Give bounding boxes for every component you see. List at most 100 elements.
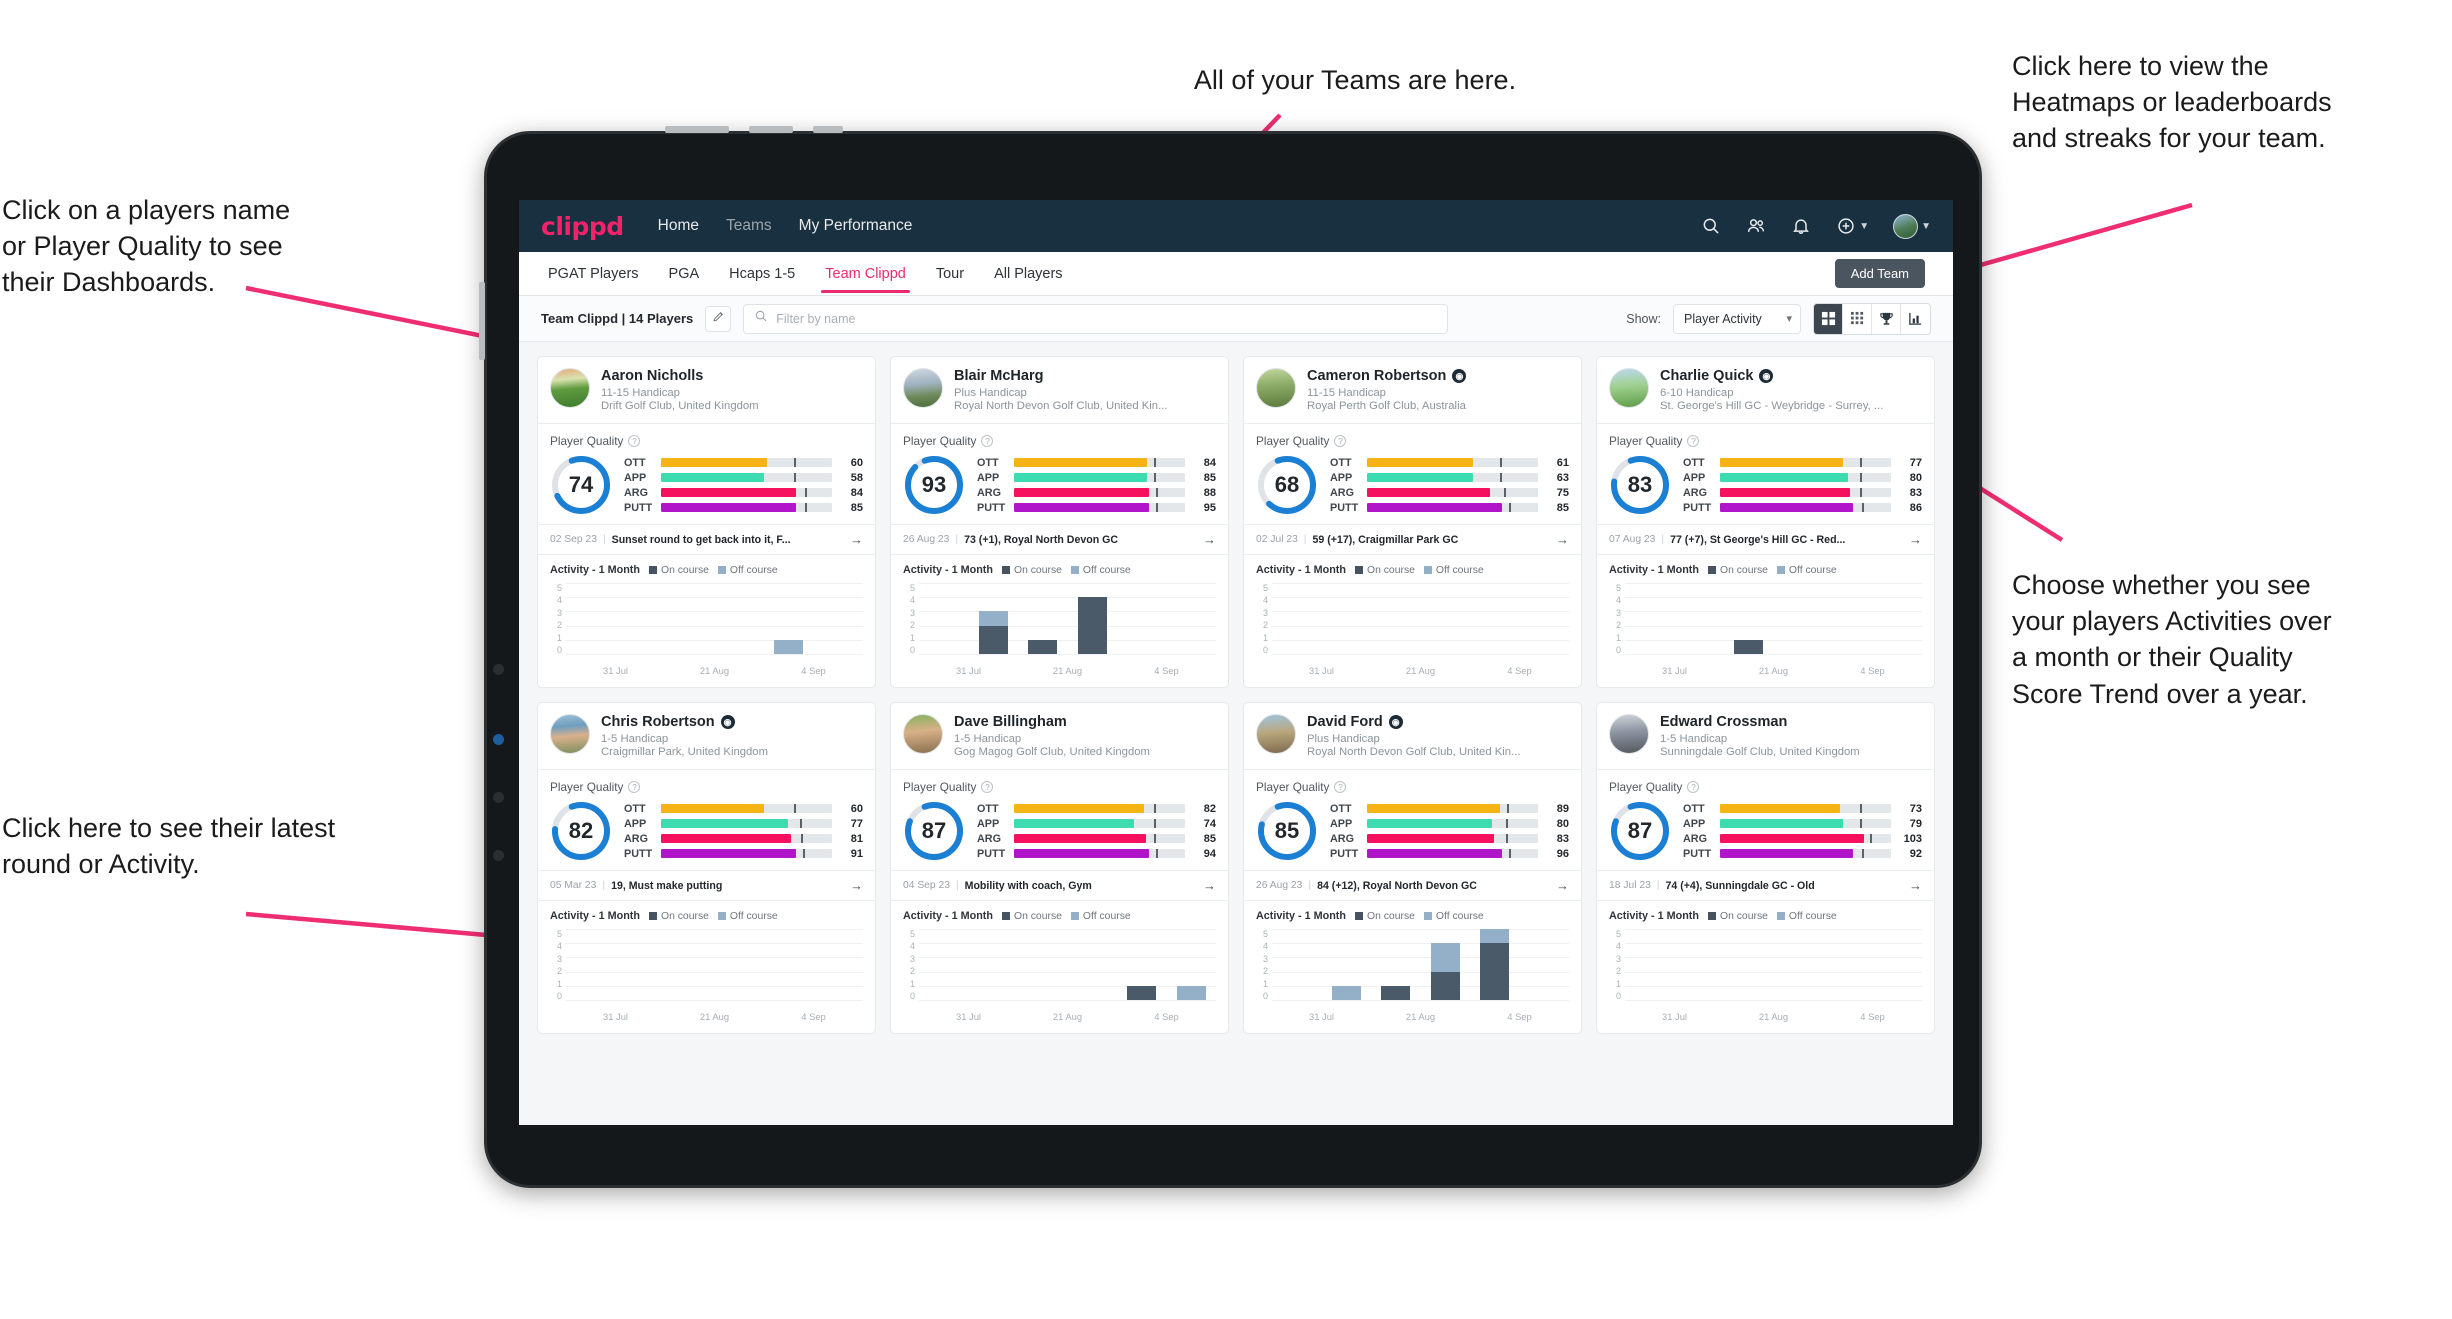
add-team-button[interactable]: Add Team (1834, 259, 1925, 288)
player-card[interactable]: Blair McHarg Plus Handicap Royal North D… (890, 356, 1229, 688)
show-select[interactable]: Player Activity ▾ (1673, 303, 1801, 334)
y-tick-label: 2 (1615, 966, 1621, 977)
player-quality-section[interactable]: Player Quality ? 68 OTT 61 APP 63 ARG 75… (1244, 424, 1581, 524)
player-card[interactable]: Chris Robertson ◉ 1-5 Handicap Craigmill… (537, 702, 876, 1034)
player-name[interactable]: Charlie Quick ◉ (1660, 368, 1922, 384)
player-card-header[interactable]: Cameron Robertson ◉ 11-15 Handicap Royal… (1244, 357, 1581, 423)
tab-pga[interactable]: PGA (668, 254, 701, 293)
edit-team-button[interactable] (705, 305, 732, 332)
quality-metrics: OTT 82 APP 74 ARG 85 PUTT 94 (977, 803, 1216, 860)
arrow-right-icon[interactable]: → (850, 878, 863, 893)
plus-circle-menu[interactable]: ▼ (1835, 216, 1869, 237)
chart-slot (665, 583, 715, 654)
player-card-header[interactable]: Dave Billingham 1-5 Handicap Gog Magog G… (891, 703, 1228, 769)
bar-segment-off-course (1176, 985, 1206, 1000)
player-quality-section[interactable]: Player Quality ? 74 OTT 60 APP 58 ARG 84… (538, 424, 875, 524)
tab-hcaps-1-5[interactable]: Hcaps 1-5 (728, 254, 796, 293)
player-card[interactable]: David Ford ◉ Plus Handicap Royal North D… (1243, 702, 1582, 1034)
help-icon[interactable]: ? (1334, 435, 1347, 447)
player-quality-section[interactable]: Player Quality ? 87 OTT (891, 770, 1228, 870)
arrow-right-icon[interactable]: → (1909, 532, 1922, 547)
player-card-header[interactable]: Blair McHarg Plus Handicap Royal North D… (891, 357, 1228, 423)
arrow-right-icon[interactable]: → (1556, 532, 1569, 547)
player-card[interactable]: Dave Billingham 1-5 Handicap Gog Magog G… (890, 702, 1229, 1034)
chart-icon[interactable] (1901, 303, 1930, 334)
nav-link-home[interactable]: Home (658, 217, 699, 235)
chart-slot (1520, 929, 1570, 1000)
player-quality-section[interactable]: Player Quality ? 87 OTT (1597, 770, 1934, 870)
activity-section: Activity - 1 Month On course Off course … (1597, 901, 1934, 1033)
help-icon[interactable]: ? (1687, 781, 1700, 793)
y-tick-label: 3 (556, 953, 562, 964)
player-quality-section[interactable]: Player Quality ? 85 OTT 89 APP 80 ARG 83… (1244, 770, 1581, 870)
chart-slot (1272, 583, 1322, 654)
help-icon[interactable]: ? (981, 435, 994, 447)
arrow-right-icon[interactable]: → (1203, 532, 1216, 547)
player-card-header[interactable]: Chris Robertson ◉ 1-5 Handicap Craigmill… (538, 703, 875, 769)
player-name[interactable]: Edward Crossman (1660, 714, 1922, 730)
player-name[interactable]: Aaron Nicholls (601, 368, 863, 384)
tab-team-clippd[interactable]: Team Clippd (821, 254, 910, 293)
x-tick-label: 31 Jul (1308, 665, 1335, 676)
player-card[interactable]: Edward Crossman 1-5 Handicap Sunningdale… (1596, 702, 1935, 1034)
latest-round-row[interactable]: 02 Sep 23 | Sunset round to get back int… (538, 524, 875, 555)
grid-large-icon[interactable] (1814, 303, 1843, 334)
help-icon[interactable]: ? (981, 781, 994, 793)
bell-icon[interactable] (1790, 216, 1811, 237)
help-icon[interactable]: ? (1334, 781, 1347, 793)
arrow-right-icon[interactable]: → (1203, 878, 1216, 893)
player-name[interactable]: Cameron Robertson ◉ (1307, 368, 1569, 384)
player-name[interactable]: Blair McHarg (954, 368, 1216, 384)
player-card[interactable]: Cameron Robertson ◉ 11-15 Handicap Royal… (1243, 356, 1582, 688)
grid-small-icon[interactable] (1843, 303, 1872, 334)
latest-round-row[interactable]: 26 Aug 23 | 84 (+12), Royal North Devon … (1244, 870, 1581, 901)
y-tick-label: 3 (1262, 953, 1268, 964)
player-card[interactable]: Aaron Nicholls 11-15 Handicap Drift Golf… (537, 356, 876, 688)
arrow-right-icon[interactable]: → (1556, 878, 1569, 893)
tab-all-players[interactable]: All Players (993, 254, 1064, 293)
tab-pgat-players[interactable]: PGAT Players (547, 254, 640, 293)
player-quality-section[interactable]: Player Quality ? 83 OTT 77 APP 80 ARG 83… (1597, 424, 1934, 524)
player-name[interactable]: David Ford ◉ (1307, 714, 1569, 730)
latest-round-row[interactable]: 02 Jul 23 | 59 (+17), Craigmillar Park G… (1244, 524, 1581, 555)
player-card-header[interactable]: Aaron Nicholls 11-15 Handicap Drift Golf… (538, 357, 875, 423)
clippd-logo[interactable]: clippd (541, 212, 624, 241)
activity-header: Activity - 1 Month On course Off course (1256, 564, 1569, 576)
search-icon[interactable] (1700, 216, 1721, 237)
people-icon[interactable] (1745, 216, 1766, 237)
player-quality-section[interactable]: Player Quality ? 82 OTT 60 APP 77 ARG 81… (538, 770, 875, 870)
metric-label: APP (977, 471, 1000, 484)
player-card-header[interactable]: Charlie Quick ◉ 6-10 Handicap St. George… (1597, 357, 1934, 423)
tab-tour[interactable]: Tour (935, 254, 965, 293)
search-input[interactable] (776, 311, 1438, 326)
quality-metrics: OTT 89 APP 80 ARG 83 PUTT 96 (1330, 803, 1569, 860)
latest-round-row[interactable]: 26 Aug 23 | 73 (+1), Royal North Devon G… (891, 524, 1228, 555)
trophy-icon[interactable] (1872, 303, 1901, 334)
player-card[interactable]: Charlie Quick ◉ 6-10 Handicap St. George… (1596, 356, 1935, 688)
arrow-right-icon[interactable]: → (1909, 878, 1922, 893)
player-name-text: Blair McHarg (954, 368, 1044, 384)
nav-link-my-performance[interactable]: My Performance (799, 217, 913, 235)
metric-value: 89 (1556, 802, 1569, 815)
player-name[interactable]: Chris Robertson ◉ (601, 714, 863, 730)
chart-slot (1322, 583, 1372, 654)
nav-link-teams[interactable]: Teams (726, 217, 772, 235)
player-card-header[interactable]: Edward Crossman 1-5 Handicap Sunningdale… (1597, 703, 1934, 769)
player-name[interactable]: Dave Billingham (954, 714, 1216, 730)
help-icon[interactable]: ? (628, 435, 641, 447)
chart-slot (1272, 929, 1322, 1000)
search-input-wrapper[interactable] (743, 303, 1449, 334)
help-icon[interactable]: ? (1687, 435, 1700, 447)
latest-round-row[interactable]: 04 Sep 23 | Mobility with coach, Gym → (891, 870, 1228, 901)
latest-round-row[interactable]: 05 Mar 23 | 19, Must make putting → (538, 870, 875, 901)
player-card-header[interactable]: David Ford ◉ Plus Handicap Royal North D… (1244, 703, 1581, 769)
chart-slot (1068, 929, 1118, 1000)
profile-menu[interactable]: ▼ (1893, 213, 1931, 239)
help-icon[interactable]: ? (628, 781, 641, 793)
player-quality-section[interactable]: Player Quality ? 93 OTT 84 APP 85 ARG 88… (891, 424, 1228, 524)
arrow-right-icon[interactable]: → (850, 532, 863, 547)
latest-round-row[interactable]: 07 Aug 23 | 77 (+7), St George's Hill GC… (1597, 524, 1934, 555)
latest-round-row[interactable]: 18 Jul 23 | 74 (+4), Sunningdale GC - Ol… (1597, 870, 1934, 901)
y-tick-label: 3 (909, 953, 915, 964)
metric-label: ARG (624, 832, 648, 845)
